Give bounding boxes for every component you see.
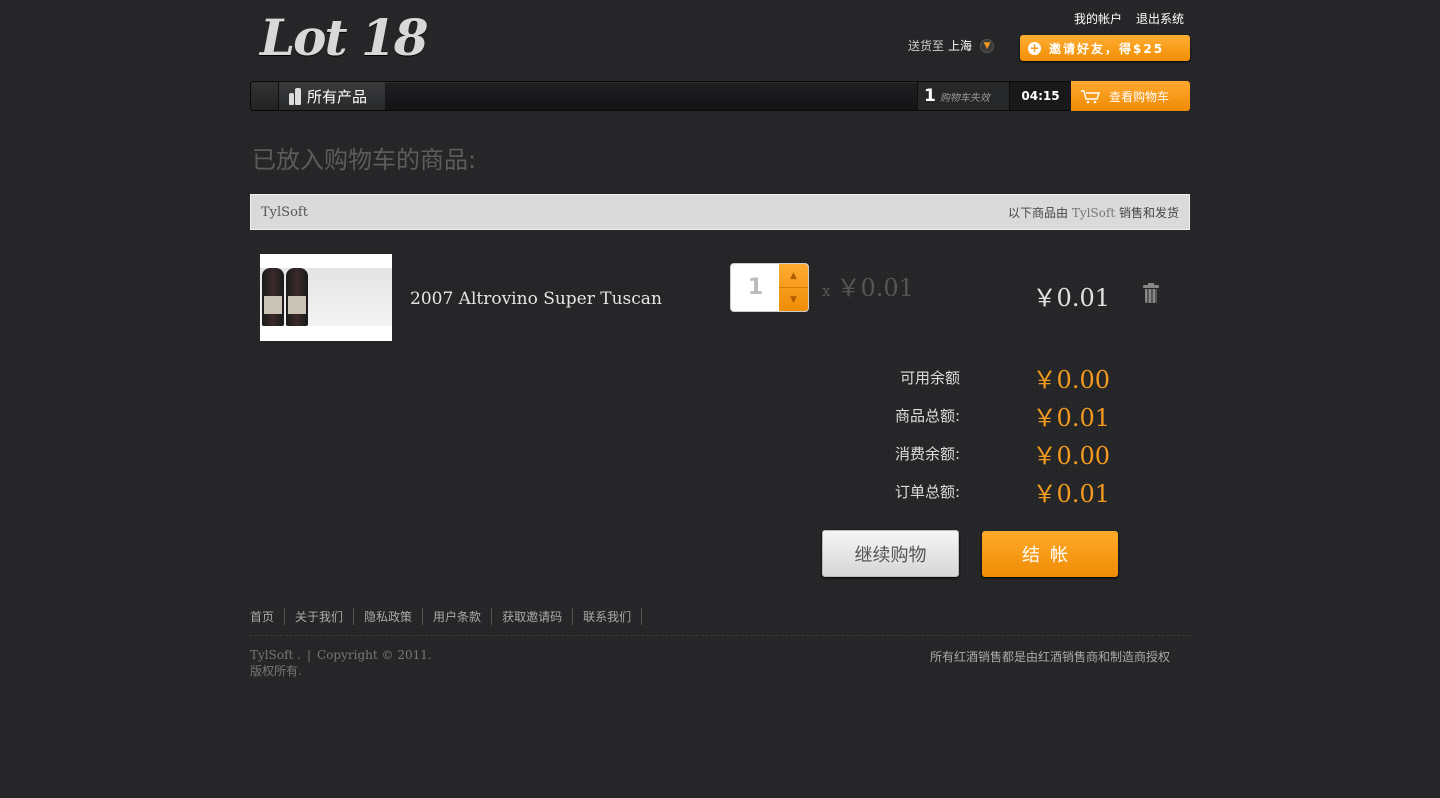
nav-all-products-label: 所有产品	[307, 87, 368, 106]
seller-note-name: TylSoft	[1071, 205, 1116, 220]
footer-link-invite-code[interactable]: 获取邀请码	[492, 608, 574, 625]
copyright-rights: 版权所有.	[250, 664, 302, 678]
cart-timer: 04:15	[1009, 82, 1071, 110]
total-label: 商品总额:	[894, 406, 960, 425]
my-account-link[interactable]: 我的帐户	[1074, 10, 1122, 27]
cart-expire-count: 1	[924, 86, 936, 106]
total-label: 消费余额:	[894, 444, 960, 463]
plus-icon: +	[1028, 40, 1041, 55]
view-cart-button[interactable]: 查看购物车	[1071, 81, 1190, 111]
invite-friends-button[interactable]: + 邀请好友，得$25	[1020, 35, 1190, 61]
seller-bar: TylSoft 以下商品由 TylSoft 销售和发货	[250, 194, 1190, 230]
unit-price-prefix: x	[822, 282, 831, 300]
bottles-icon	[289, 87, 301, 105]
cart-expire: 1 购物车失效	[917, 82, 1009, 110]
order-totals: 可用余额 ￥0.00 商品总额: ￥0.01 消费余额: ￥0.00 订单总额:…	[810, 358, 1110, 510]
seller-note-prefix: 以下商品由	[1007, 205, 1068, 220]
chevron-down-icon[interactable]: ▼	[980, 38, 995, 53]
logo[interactable]: Lot 18	[260, 8, 429, 67]
page-title: 已放入购物车的商品:	[252, 146, 477, 174]
line-total: ￥0.01	[1032, 284, 1110, 312]
checkout-button[interactable]: 结帐	[982, 531, 1118, 577]
ship-to-city: 上海	[948, 39, 973, 53]
seller-note-suffix: 销售和发货	[1118, 205, 1179, 220]
footer-link-home[interactable]: 首页	[250, 608, 286, 625]
footer-link-terms[interactable]: 用户条款	[423, 608, 493, 625]
seller-name: TylSoft	[261, 204, 308, 220]
page: Lot 18 我的帐户 退出系统 送货至 上海 ▼ + 邀请好友，得$25 所有…	[250, 0, 1190, 798]
ship-to-label: 送货至	[908, 39, 945, 53]
total-amount: ￥0.00	[1032, 441, 1110, 470]
total-row-available-balance: 可用余额 ￥0.00	[810, 358, 1110, 396]
copyright-text: Copyright © 2011.	[317, 648, 432, 662]
quantity-stepper[interactable]: 1 ▲ ▼	[730, 263, 809, 312]
nav-bar: 所有产品 1 购物车失效 04:15 查看购物车	[250, 81, 1190, 111]
ship-to[interactable]: 送货至 上海 ▼	[908, 37, 995, 54]
seller-note: 以下商品由 TylSoft 销售和发货	[1008, 204, 1179, 221]
nav-home-button[interactable]	[251, 82, 279, 110]
product-thumbnail[interactable]	[260, 254, 392, 341]
copyright-company: TylSoft .	[250, 648, 301, 662]
view-cart-label: 查看购物车	[1109, 89, 1170, 104]
total-amount: ￥0.01	[1032, 479, 1110, 508]
footer-divider	[250, 635, 1190, 636]
quantity-up-icon[interactable]: ▲	[779, 264, 808, 288]
quantity-input[interactable]: 1	[731, 264, 780, 311]
invite-label: 邀请好友，得$25	[1049, 41, 1165, 56]
nav-all-products[interactable]: 所有产品	[279, 82, 385, 110]
cart-expire-label: 购物车失效	[939, 92, 990, 104]
total-amount: ￥0.00	[1032, 365, 1110, 394]
top-links: 我的帐户 退出系统	[1074, 10, 1184, 27]
copyright: TylSoft . | Copyright © 2011. 版权所有.	[250, 648, 432, 678]
total-label: 订单总额:	[894, 482, 960, 501]
unit-price-value: ￥0.01	[836, 274, 914, 302]
total-row-subtotal: 商品总额: ￥0.01	[810, 396, 1110, 434]
footer-link-privacy[interactable]: 隐私政策	[354, 608, 424, 625]
trash-icon[interactable]	[1143, 283, 1159, 304]
footer-notice: 所有红酒销售都是由红酒销售商和制造商授权	[929, 650, 1170, 664]
quantity-down-icon[interactable]: ▼	[779, 288, 808, 311]
footer-link-about[interactable]: 关于我们	[285, 608, 355, 625]
footer-link-contact[interactable]: 联系我们	[573, 608, 643, 625]
total-row-order-total: 订单总额: ￥0.01	[810, 472, 1110, 510]
unit-price: x ￥0.01	[822, 268, 914, 303]
product-name[interactable]: 2007 Altrovino Super Tuscan	[410, 289, 662, 309]
continue-shopping-button[interactable]: 继续购物	[822, 530, 959, 577]
total-row-spend-balance: 消费余额: ￥0.00	[810, 434, 1110, 472]
logout-link[interactable]: 退出系统	[1136, 10, 1184, 27]
cart-icon	[1081, 90, 1100, 104]
total-amount: ￥0.01	[1032, 403, 1110, 432]
total-label: 可用余额	[899, 368, 960, 387]
footer-links: 首页 关于我们 隐私政策 用户条款 获取邀请码 联系我们	[250, 608, 643, 625]
